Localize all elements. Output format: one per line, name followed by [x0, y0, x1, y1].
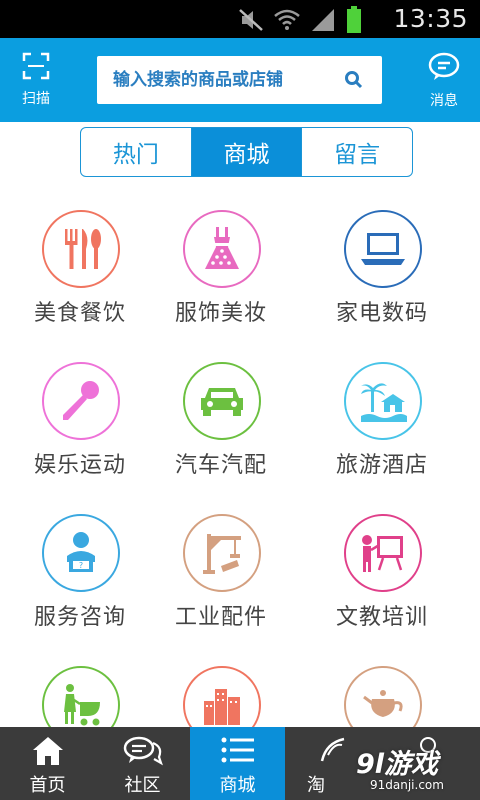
category-label: 工业配件 — [174, 605, 267, 630]
category-service[interactable]: ? 服务咨询 — [0, 504, 160, 644]
leaf-icon — [320, 737, 344, 762]
category-entertainment[interactable]: 娱乐运动 — [0, 352, 160, 492]
travel-circle — [344, 362, 422, 440]
industrial-circle — [183, 514, 261, 592]
category-auto[interactable]: 汽车汽配 — [141, 352, 301, 492]
nav-home-label: 首页 — [29, 775, 66, 796]
car-icon — [201, 388, 243, 416]
category-electronics[interactable]: 家电数码 — [302, 200, 462, 340]
service-circle: ? — [42, 514, 120, 592]
category-label: 家电数码 — [335, 301, 428, 326]
message-button[interactable]: 消息 — [414, 52, 474, 110]
nav-community-label: 社区 — [124, 775, 161, 796]
nav-mall[interactable]: 商城 — [190, 727, 285, 800]
category-industrial[interactable]: 工业配件 — [141, 504, 301, 644]
fashion-circle — [183, 210, 261, 288]
auto-circle — [183, 362, 261, 440]
tab-message-board[interactable]: 留言 — [302, 128, 412, 176]
search-bar[interactable] — [97, 56, 382, 104]
category-label: 服饰美妆 — [174, 301, 267, 326]
category-label: 旅游酒店 — [335, 453, 428, 478]
message-label: 消息 — [430, 93, 458, 109]
top-header: 扫描 消息 — [0, 38, 480, 122]
teacher-board-icon — [362, 535, 403, 572]
support-agent-icon: ? — [67, 532, 95, 572]
tab-hot[interactable]: 热门 — [81, 128, 192, 176]
category-food[interactable]: 美食餐饮 — [0, 200, 160, 340]
status-bar: 13:35 — [0, 0, 480, 38]
buildings-icon — [204, 689, 240, 725]
segment-tabs: 热门 商城 留言 — [80, 127, 413, 177]
category-label: 服务咨询 — [33, 605, 126, 630]
message-bubble-icon — [428, 52, 460, 80]
category-label: 美食餐饮 — [33, 301, 126, 326]
category-baby[interactable] — [0, 656, 160, 744]
category-label: 汽车汽配 — [174, 453, 267, 478]
mute-icon — [239, 9, 263, 31]
scan-label: 扫描 — [22, 91, 50, 107]
crane-icon — [203, 534, 241, 574]
food-circle — [42, 210, 120, 288]
microphone-icon — [63, 381, 99, 420]
education-circle — [344, 514, 422, 592]
scan-button[interactable]: 扫描 — [6, 52, 66, 108]
scan-icon — [22, 52, 50, 80]
entertainment-circle — [42, 362, 120, 440]
cutlery-icon — [65, 229, 101, 269]
laptop-icon — [361, 233, 405, 265]
category-travel[interactable]: 旅游酒店 — [302, 352, 462, 492]
search-icon[interactable] — [344, 70, 364, 90]
nav-home[interactable]: 首页 — [0, 727, 95, 800]
watermark: 9l游戏 91danji.com — [356, 742, 474, 796]
dress-icon — [205, 227, 239, 269]
category-education[interactable]: 文教培训 — [302, 504, 462, 644]
category-realestate[interactable] — [141, 656, 301, 744]
search-input[interactable] — [97, 56, 337, 104]
category-fashion[interactable]: 服饰美妆 — [141, 200, 301, 340]
electronics-circle — [344, 210, 422, 288]
wifi-icon — [274, 9, 300, 30]
teapot-icon — [363, 690, 403, 717]
home-icon — [32, 737, 63, 765]
category-label: 娱乐运动 — [33, 453, 126, 478]
tab-mall[interactable]: 商城 — [191, 128, 303, 176]
battery-icon — [347, 6, 361, 33]
watermark-url: 91danji.com — [370, 778, 444, 792]
nav-mall-label: 商城 — [219, 775, 256, 796]
signal-icon — [312, 9, 334, 31]
list-icon — [221, 737, 254, 763]
svg-text:?: ? — [79, 561, 83, 570]
category-label: 文教培训 — [335, 605, 428, 630]
status-time: 13:35 — [393, 4, 468, 33]
stroller-icon — [64, 684, 100, 726]
status-icons — [238, 6, 362, 34]
beach-icon — [361, 383, 407, 422]
nav-community[interactable]: 社区 — [95, 727, 190, 800]
watermark-logo: 9l游戏 — [356, 749, 439, 780]
category-home[interactable] — [302, 656, 462, 744]
chat-icon — [123, 736, 163, 766]
